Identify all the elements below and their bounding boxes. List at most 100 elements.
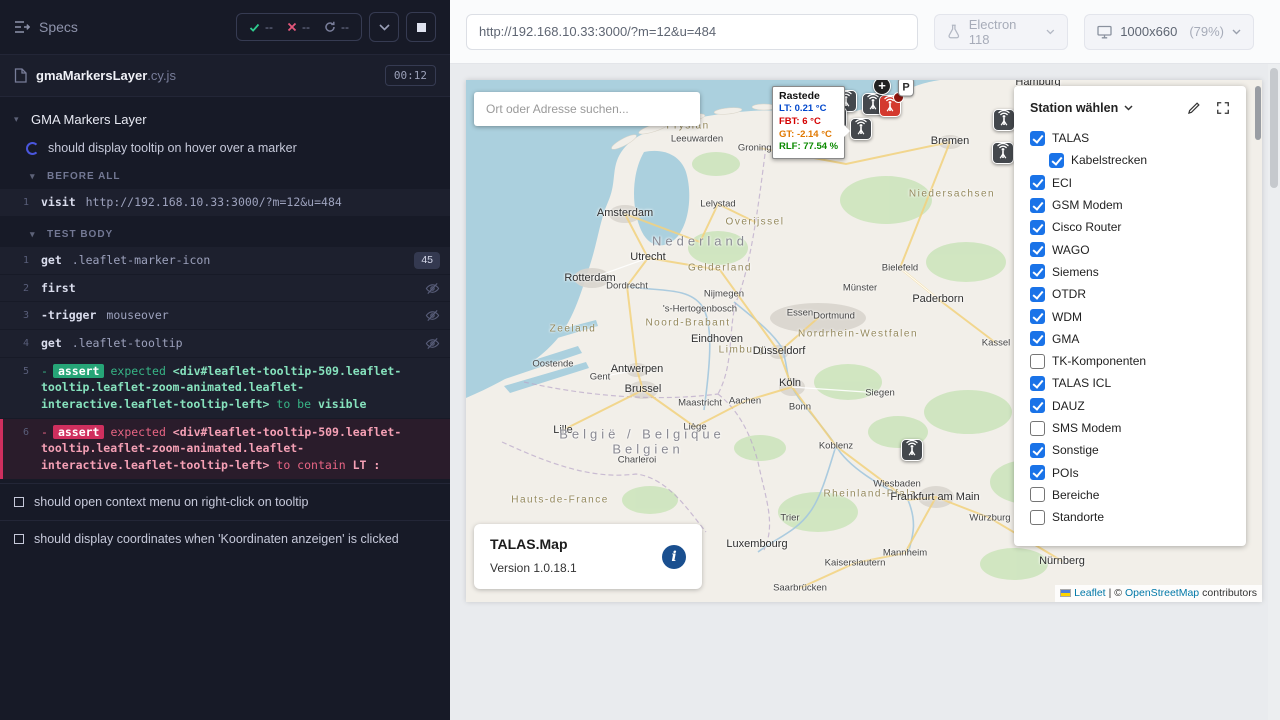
station-filter-gma[interactable]: GMA	[1030, 328, 1246, 350]
spec-timer: 00:12	[385, 65, 436, 86]
spec-name[interactable]: gmaMarkersLayer.cy.js	[36, 68, 176, 83]
section-before-all[interactable]: ▾ BEFORE ALL	[0, 162, 450, 187]
checkbox-label: Bereiche	[1052, 488, 1099, 502]
station-marker[interactable]	[992, 142, 1014, 164]
map-search-box[interactable]	[474, 92, 700, 126]
command-row-visit[interactable]: 1 visithttp://192.168.10.33:3000/?m=12&u…	[0, 189, 450, 216]
attribution-rest: contributors	[1202, 587, 1257, 599]
checkbox[interactable]	[1030, 398, 1045, 413]
station-filter-otdr[interactable]: OTDR	[1030, 283, 1246, 305]
station-filter-cisco-router[interactable]: Cisco Router	[1030, 216, 1246, 238]
edit-pencil-icon[interactable]	[1187, 101, 1201, 115]
station-filter-talas[interactable]: TALAS	[1030, 127, 1246, 149]
specs-toggle[interactable]: Specs	[14, 19, 78, 35]
station-filter-wago[interactable]: WAGO	[1030, 238, 1246, 260]
checkbox-label: Sonstige	[1052, 443, 1099, 457]
page-scrollbar-thumb[interactable]	[1270, 68, 1278, 188]
station-filter-eci[interactable]: ECI	[1030, 172, 1246, 194]
station-marker[interactable]	[901, 439, 923, 461]
spec-bar: gmaMarkersLayer.cy.js 00:12	[0, 54, 450, 97]
checkbox[interactable]	[1030, 220, 1045, 235]
viewport-select[interactable]: 1000x660 (79%)	[1084, 14, 1254, 50]
checkbox[interactable]	[1030, 421, 1045, 436]
checkbox[interactable]	[1030, 487, 1045, 502]
osm-link[interactable]: OpenStreetMap	[1125, 587, 1199, 599]
attribution-sep: | ©	[1109, 587, 1122, 599]
checkbox[interactable]	[1030, 287, 1045, 302]
eye-slash-icon	[425, 336, 440, 351]
station-select-label[interactable]: Station wählen	[1030, 101, 1118, 115]
checkbox[interactable]	[1030, 354, 1045, 369]
command-row-trigger[interactable]: 3 -triggermouseover	[0, 302, 450, 329]
plus-marker[interactable]: +	[873, 80, 891, 95]
pending-test-2[interactable]: should display coordinates when 'Koordin…	[0, 520, 450, 557]
command-row-get[interactable]: 1 get.leaflet-marker-icon45	[0, 247, 450, 274]
command-row-get-tooltip[interactable]: 4 get.leaflet-tooltip	[0, 330, 450, 357]
checkbox-label: DAUZ	[1052, 399, 1085, 413]
chevron-down-icon[interactable]	[1124, 105, 1133, 111]
marker-tooltip-rows: LT: 0.21 °CFBT: 6 °CGT: -2.14 °CRLF: 77.…	[779, 103, 838, 154]
station-marker[interactable]	[993, 109, 1015, 131]
assert-pill: assert	[53, 425, 105, 439]
checkbox[interactable]	[1049, 153, 1064, 168]
station-filter-bereiche[interactable]: Bereiche	[1030, 484, 1246, 506]
active-test[interactable]: should display tooltip on hover over a m…	[0, 134, 450, 162]
station-filter-pois[interactable]: POIs	[1030, 461, 1246, 483]
checkbox[interactable]	[1030, 309, 1045, 324]
station-filter-standorte[interactable]: Standorte	[1030, 506, 1246, 528]
station-filter-kabelstrecken[interactable]: Kabelstrecken	[1049, 149, 1246, 171]
checkbox[interactable]	[1030, 376, 1045, 391]
tooltip-measurement: FBT: 6 °C	[779, 116, 838, 129]
checkbox[interactable]	[1030, 242, 1045, 257]
marker-tooltip[interactable]: Rastede LT: 0.21 °CFBT: 6 °CGT: -2.14 °C…	[772, 86, 845, 159]
search-input[interactable]	[474, 102, 700, 116]
checkbox[interactable]	[1030, 131, 1045, 146]
station-panel: Station wählen TALAS KabelstreckenECIGSM …	[1014, 86, 1246, 546]
command-row-assert-passed[interactable]: 5 -assertexpected <div#leaflet-tooltip-5…	[0, 358, 450, 418]
station-filter-dauz[interactable]: DAUZ	[1030, 395, 1246, 417]
antenna-icon	[851, 119, 871, 139]
checkbox[interactable]	[1030, 510, 1045, 525]
page-scrollbar[interactable]	[1268, 64, 1280, 720]
pending-test-1[interactable]: should open context menu on right-click …	[0, 483, 450, 520]
station-filter-gsm-modem[interactable]: GSM Modem	[1030, 194, 1246, 216]
dash: -	[41, 364, 48, 378]
spec-list-icon	[14, 20, 30, 34]
leaflet-link[interactable]: Leaflet	[1074, 587, 1106, 599]
checkbox[interactable]	[1030, 198, 1045, 213]
section-label: BEFORE ALL	[47, 171, 121, 182]
station-filter-talas-icl[interactable]: TALAS ICL	[1030, 372, 1246, 394]
collapse-button[interactable]	[369, 12, 399, 42]
command-name: get	[41, 252, 62, 269]
checkbox[interactable]	[1030, 465, 1045, 480]
checkbox[interactable]	[1030, 331, 1045, 346]
runnables-list: ▾ GMA Markers Layer should display toolt…	[0, 97, 450, 720]
command-row-assert-failed[interactable]: 6 -assertexpected <div#leaflet-tooltip-5…	[0, 419, 450, 479]
checkbox[interactable]	[1030, 264, 1045, 279]
station-panel-header: Station wählen	[1014, 86, 1246, 125]
station-marker[interactable]	[850, 118, 872, 140]
aut-scrollbar-thumb[interactable]	[1255, 86, 1261, 140]
browser-select[interactable]: Electron 118	[934, 14, 1068, 50]
command-name: get	[41, 335, 62, 352]
station-filter-siemens[interactable]: Siemens	[1030, 261, 1246, 283]
aut-pane: http://192.168.10.33:3000/?m=12&u=484 El…	[450, 0, 1280, 720]
fullscreen-icon[interactable]	[1216, 101, 1230, 115]
aut-body: HamburgFryslânLeeuwardenGroningenBremenN…	[450, 64, 1280, 720]
station-filter-sonstige[interactable]: Sonstige	[1030, 439, 1246, 461]
station-filter-sms-modem[interactable]: SMS Modem	[1030, 417, 1246, 439]
info-icon[interactable]: i	[662, 545, 686, 569]
command-row-first[interactable]: 2 first	[0, 275, 450, 302]
pending-count: --	[341, 20, 349, 34]
url-bar[interactable]: http://192.168.10.33:3000/?m=12&u=484	[466, 14, 918, 50]
station-red-marker[interactable]	[879, 95, 901, 117]
checkbox[interactable]	[1030, 175, 1045, 190]
stop-button[interactable]	[406, 12, 436, 42]
parking-marker[interactable]: P	[898, 80, 914, 97]
checkbox[interactable]	[1030, 443, 1045, 458]
checkbox-label: TALAS	[1052, 131, 1089, 145]
station-filter-tk-komponenten[interactable]: TK-Komponenten	[1030, 350, 1246, 372]
section-test-body[interactable]: ▾ TEST BODY	[0, 220, 450, 245]
station-filter-wdm[interactable]: WDM	[1030, 305, 1246, 327]
suite-header[interactable]: ▾ GMA Markers Layer	[0, 105, 450, 134]
